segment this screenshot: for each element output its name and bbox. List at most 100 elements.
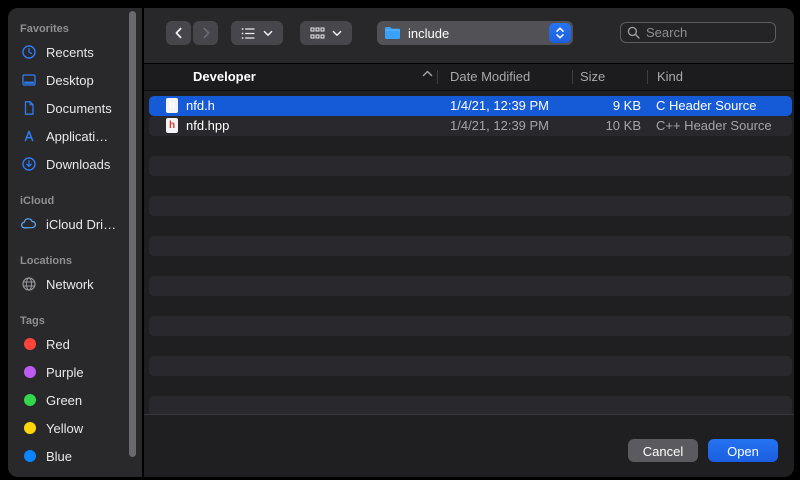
- sidebar-item-tag-blue[interactable]: Blue: [20, 442, 142, 470]
- download-circle-icon: [20, 156, 37, 173]
- sidebar-scrollbar[interactable]: [129, 11, 136, 457]
- sidebar-item-all-tags[interactable]: All Tags: [20, 470, 142, 477]
- empty-row: [149, 396, 792, 414]
- empty-row: [149, 216, 792, 236]
- popup-stepper-icon: [549, 23, 571, 43]
- sidebar-item-label: Green: [46, 393, 82, 408]
- desktop-icon: [20, 72, 37, 89]
- sidebar-item-label: Red: [46, 337, 70, 352]
- sidebar-section-tags: Tags: [20, 312, 142, 330]
- circle-outline-icon: [20, 476, 37, 478]
- column-divider: [437, 70, 438, 84]
- sidebar-item-tag-green[interactable]: Green: [20, 386, 142, 414]
- file-kind: C++ Header Source: [656, 116, 772, 136]
- blue-tag-dot-icon: [20, 448, 37, 465]
- sidebar-item-tag-yellow[interactable]: Yellow: [20, 414, 142, 442]
- search-input[interactable]: [644, 24, 769, 41]
- open-button[interactable]: Open: [708, 439, 778, 462]
- h-source-file-icon: h: [166, 118, 178, 133]
- empty-row: [149, 256, 792, 276]
- sidebar-item-label: Purple: [46, 365, 84, 380]
- file-kind: C Header Source: [656, 96, 756, 116]
- file-name: nfd.h: [186, 96, 215, 116]
- column-header-date-modified[interactable]: Date Modified: [450, 64, 530, 90]
- sidebar-item-recents[interactable]: Recents: [20, 38, 142, 66]
- empty-row: [149, 136, 792, 156]
- cloud-icon: [20, 216, 37, 233]
- sidebar-item-label: Downloads: [46, 157, 110, 172]
- empty-row: [149, 196, 792, 216]
- file-row-nfd-hpp[interactable]: h nfd.hpp 1/4/21, 12:39 PM 10 KB C++ Hea…: [149, 116, 792, 136]
- file-name: nfd.hpp: [186, 116, 229, 136]
- chevron-left-icon: [172, 26, 186, 40]
- cancel-button[interactable]: Cancel: [628, 439, 698, 462]
- empty-row: [149, 356, 792, 376]
- app-store-icon: [20, 128, 37, 145]
- sidebar-section-icloud: iCloud: [20, 192, 142, 210]
- sidebar-item-label: Recents: [46, 45, 94, 60]
- sidebar-section-locations: Locations: [20, 252, 142, 270]
- location-popup-value: include: [408, 26, 449, 41]
- grid-view-icon: [310, 27, 325, 40]
- file-size: 10 KB: [572, 116, 641, 136]
- column-divider: [572, 70, 573, 84]
- empty-row: [149, 236, 792, 256]
- file-row-nfd-h[interactable]: h nfd.h 1/4/21, 12:39 PM 9 KB C Header S…: [149, 96, 792, 116]
- column-header-kind[interactable]: Kind: [657, 64, 683, 90]
- empty-row: [149, 296, 792, 316]
- sidebar-item-tag-purple[interactable]: Purple: [20, 358, 142, 386]
- chevron-right-icon: [199, 26, 213, 40]
- sidebar-item-label: Applicati…: [46, 129, 108, 144]
- h-source-file-icon: h: [166, 98, 178, 113]
- open-dialog-window: Favorites Recents Desktop Documents Appl…: [8, 8, 794, 477]
- empty-row: [149, 376, 792, 396]
- nav-buttons: [166, 21, 218, 45]
- column-divider: [647, 70, 648, 84]
- sidebar-item-tag-red[interactable]: Red: [20, 330, 142, 358]
- sidebar-item-desktop[interactable]: Desktop: [20, 66, 142, 94]
- sidebar-item-network[interactable]: Network: [20, 270, 142, 298]
- dialog-footer: Cancel Open: [144, 414, 794, 477]
- sidebar-item-documents[interactable]: Documents: [20, 94, 142, 122]
- yellow-tag-dot-icon: [20, 420, 37, 437]
- sidebar-item-applications[interactable]: Applicati…: [20, 122, 142, 150]
- location-popup[interactable]: include: [377, 21, 573, 45]
- file-list: h nfd.h 1/4/21, 12:39 PM 9 KB C Header S…: [144, 92, 794, 414]
- file-size: 9 KB: [572, 96, 641, 116]
- sidebar-item-label: Blue: [46, 449, 72, 464]
- column-header-size[interactable]: Size: [580, 64, 605, 90]
- folder-icon: [384, 26, 401, 40]
- toolbar: include: [144, 8, 794, 63]
- list-view-button[interactable]: [231, 21, 283, 45]
- sidebar: Favorites Recents Desktop Documents Appl…: [8, 8, 142, 477]
- document-icon: [20, 100, 37, 117]
- file-date-modified: 1/4/21, 12:39 PM: [450, 96, 549, 116]
- chevron-down-icon: [263, 30, 273, 37]
- globe-icon: [20, 276, 37, 293]
- sidebar-item-label: Network: [46, 277, 94, 292]
- sidebar-item-downloads[interactable]: Downloads: [20, 150, 142, 178]
- empty-row: [149, 276, 792, 296]
- clock-icon: [20, 44, 37, 61]
- green-tag-dot-icon: [20, 392, 37, 409]
- back-button[interactable]: [166, 21, 191, 45]
- column-header-developer[interactable]: Developer: [193, 64, 256, 90]
- list-view-icon: [241, 27, 256, 40]
- sidebar-item-label: Yellow: [46, 421, 83, 436]
- empty-row: [149, 336, 792, 356]
- group-view-button[interactable]: [300, 21, 352, 45]
- file-date-modified: 1/4/21, 12:39 PM: [450, 116, 549, 136]
- table-header: Developer Date Modified Size Kind: [144, 63, 794, 91]
- forward-button[interactable]: [193, 21, 218, 45]
- sidebar-section-favorites: Favorites: [20, 20, 142, 38]
- empty-row: [149, 156, 792, 176]
- sidebar-item-label: Documents: [46, 101, 112, 116]
- sidebar-item-icloud-drive[interactable]: iCloud Dri…: [20, 210, 142, 238]
- empty-row: [149, 316, 792, 336]
- chevron-down-icon: [332, 30, 342, 37]
- search-field[interactable]: [620, 22, 776, 43]
- main-panel: include Developer Date Modified Size Kin…: [144, 8, 794, 477]
- red-tag-dot-icon: [20, 336, 37, 353]
- sidebar-item-label: All Tags: [46, 477, 91, 478]
- purple-tag-dot-icon: [20, 364, 37, 381]
